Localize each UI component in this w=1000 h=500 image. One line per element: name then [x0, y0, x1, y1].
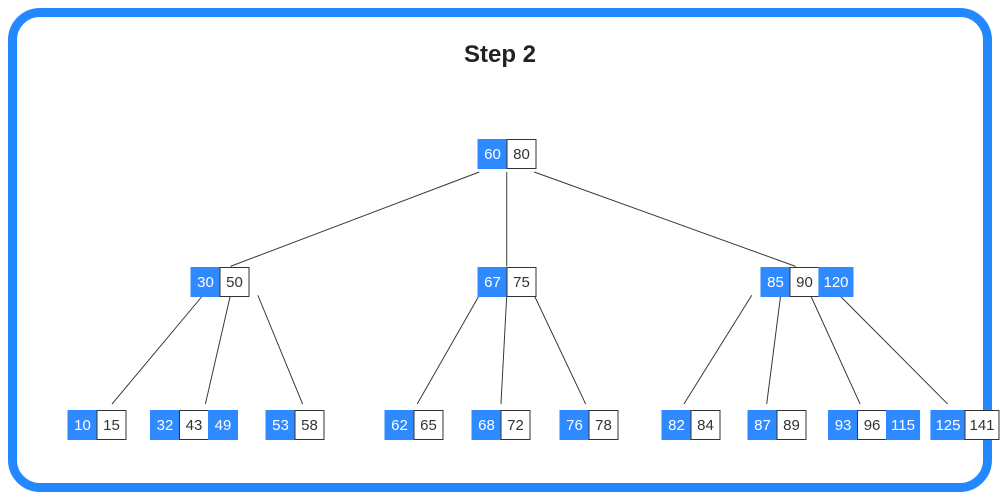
- node-key: 49: [208, 410, 238, 440]
- node-key: 62: [385, 410, 415, 440]
- tree-node-m2: 8590120: [760, 267, 853, 297]
- tree-node-l0: 1015: [68, 410, 127, 440]
- node-key: 76: [560, 410, 590, 440]
- step-title: Step 2: [17, 41, 983, 69]
- node-key: 93: [828, 410, 858, 440]
- tree-node-l6: 8284: [662, 410, 721, 440]
- node-key: 141: [965, 410, 1000, 440]
- node-key: 87: [748, 410, 778, 440]
- node-key: 10: [68, 410, 98, 440]
- node-key: 15: [97, 410, 127, 440]
- node-key: 58: [295, 410, 325, 440]
- tree-node-l1: 324349: [150, 410, 238, 440]
- node-key: 67: [478, 267, 508, 297]
- node-key: 32: [150, 410, 180, 440]
- node-key: 78: [589, 410, 619, 440]
- node-key: 30: [191, 267, 221, 297]
- node-key: 53: [266, 410, 296, 440]
- tree-node-l9: 125141: [930, 410, 999, 440]
- node-key: 60: [478, 139, 508, 169]
- node-key: 75: [507, 267, 537, 297]
- node-key: 72: [501, 410, 531, 440]
- tree-node-m0: 3050: [191, 267, 250, 297]
- node-key: 85: [760, 267, 790, 297]
- node-key: 82: [662, 410, 692, 440]
- tree-node-l2: 5358: [266, 410, 325, 440]
- node-key: 115: [886, 410, 920, 440]
- tree-node-l3: 6265: [385, 410, 444, 440]
- tree-node-l7: 8789: [748, 410, 807, 440]
- tree-node-root: 6080: [478, 139, 537, 169]
- node-key: 89: [777, 410, 807, 440]
- node-key: 80: [507, 139, 537, 169]
- node-key: 96: [857, 410, 887, 440]
- node-key: 65: [414, 410, 444, 440]
- node-key: 43: [179, 410, 209, 440]
- diagram-frame: Step 2 6080 3050 6775 8590120 1015 324349 5358…: [8, 8, 992, 492]
- node-key: 90: [789, 267, 819, 297]
- tree-node-l8: 9396115: [828, 410, 920, 440]
- node-key: 84: [691, 410, 721, 440]
- node-key: 125: [930, 410, 965, 440]
- node-key: 50: [220, 267, 250, 297]
- tree-node-l4: 6872: [472, 410, 531, 440]
- node-key: 68: [472, 410, 502, 440]
- node-key: 120: [818, 267, 853, 297]
- tree-node-l5: 7678: [560, 410, 619, 440]
- tree-node-m1: 6775: [478, 267, 537, 297]
